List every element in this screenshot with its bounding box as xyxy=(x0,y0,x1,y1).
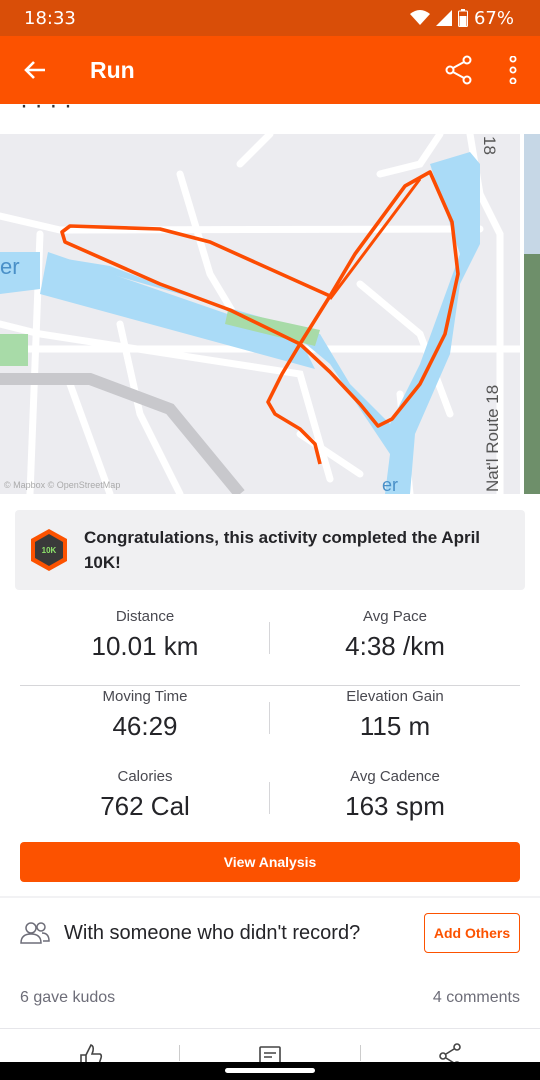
activity-details: 10K Congratulations, this activity compl… xyxy=(0,494,540,896)
route-map[interactable]: er er Nat'l Route 18 18 © Mapbox © OpenS… xyxy=(0,134,540,494)
share-icon xyxy=(445,55,472,85)
share-button[interactable] xyxy=(432,36,486,104)
park-left xyxy=(0,334,28,366)
road-label-18: 18 xyxy=(480,136,499,155)
svg-text:10K: 10K xyxy=(42,546,57,555)
stat-value: 46:29 xyxy=(112,711,178,741)
stats-grid: Distance 10.01 km Avg Pace 4:38 /km Movi… xyxy=(20,606,520,846)
battery-icon xyxy=(457,9,468,27)
challenge-card[interactable]: 10K Congratulations, this activity compl… xyxy=(15,510,525,590)
water-label-left: er xyxy=(0,254,20,279)
status-time: 18:33 xyxy=(24,7,76,29)
app-bar: Run xyxy=(0,36,540,104)
stats-row: Moving Time 46:29 Elevation Gain 115 m xyxy=(20,686,520,766)
stat-avg-pace: Avg Pace 4:38 /km xyxy=(270,606,520,685)
more-vert-icon xyxy=(509,56,517,84)
stat-elevation-gain: Elevation Gain 115 m xyxy=(270,686,520,766)
stats-row: Distance 10.01 km Avg Pace 4:38 /km xyxy=(20,606,520,686)
map-attribution[interactable]: © Mapbox © OpenStreetMap xyxy=(4,480,120,490)
stat-value: 115 m xyxy=(359,711,431,741)
view-analysis-button[interactable]: View Analysis xyxy=(20,842,520,882)
stat-label: Calories xyxy=(117,768,173,785)
water-label-bottom: er xyxy=(382,475,398,494)
challenge-badge-icon: 10K xyxy=(31,529,68,571)
status-bar: 18:33 67% xyxy=(0,0,540,36)
scrolled-content-peek: · · · · xyxy=(0,104,540,134)
stat-label: Avg Cadence xyxy=(350,768,440,785)
social-summary: 6 gave kudos 4 comments xyxy=(0,968,540,1028)
home-indicator[interactable] xyxy=(225,1068,315,1073)
people-icon xyxy=(0,921,64,945)
stat-moving-time: Moving Time 46:29 xyxy=(20,686,270,766)
wifi-icon xyxy=(409,10,430,25)
kudos-count[interactable]: 6 gave kudos xyxy=(20,989,115,1007)
add-others-row: With someone who didn't record? Add Othe… xyxy=(0,898,540,968)
stat-label: Elevation Gain xyxy=(346,688,444,705)
add-others-button[interactable]: Add Others xyxy=(424,913,520,953)
status-icons: 67% xyxy=(409,7,514,29)
signal-icon xyxy=(435,10,452,26)
stat-value: 4:38 /km xyxy=(345,631,445,661)
stat-distance: Distance 10.01 km xyxy=(20,606,270,685)
comments-count[interactable]: 4 comments xyxy=(433,989,520,1007)
stats-row: Calories 762 Cal Avg Cadence 163 spm xyxy=(20,766,520,846)
page-title: Run xyxy=(90,56,135,83)
stat-label: Distance xyxy=(115,608,175,625)
stat-value: 762 Cal xyxy=(100,791,190,821)
back-arrow-icon xyxy=(24,61,45,79)
stat-label: Moving Time xyxy=(102,688,188,705)
others-prompt: With someone who didn't record? xyxy=(64,921,361,944)
battery-percent: 67% xyxy=(473,7,514,29)
stat-value: 163 spm xyxy=(345,791,445,821)
road-label-route-18: Nat'l Route 18 xyxy=(483,385,502,492)
stat-value: 10.01 km xyxy=(91,631,199,661)
challenge-badge: 10K xyxy=(15,510,84,590)
stat-label: Avg Pace xyxy=(363,608,427,625)
stat-avg-cadence: Avg Cadence 163 spm xyxy=(270,766,520,846)
system-nav-bar xyxy=(0,1062,540,1080)
more-options-button[interactable] xyxy=(486,36,540,104)
back-button[interactable] xyxy=(0,36,70,104)
challenge-message: Congratulations, this activity completed… xyxy=(83,528,481,572)
stat-calories: Calories 762 Cal xyxy=(20,766,270,846)
